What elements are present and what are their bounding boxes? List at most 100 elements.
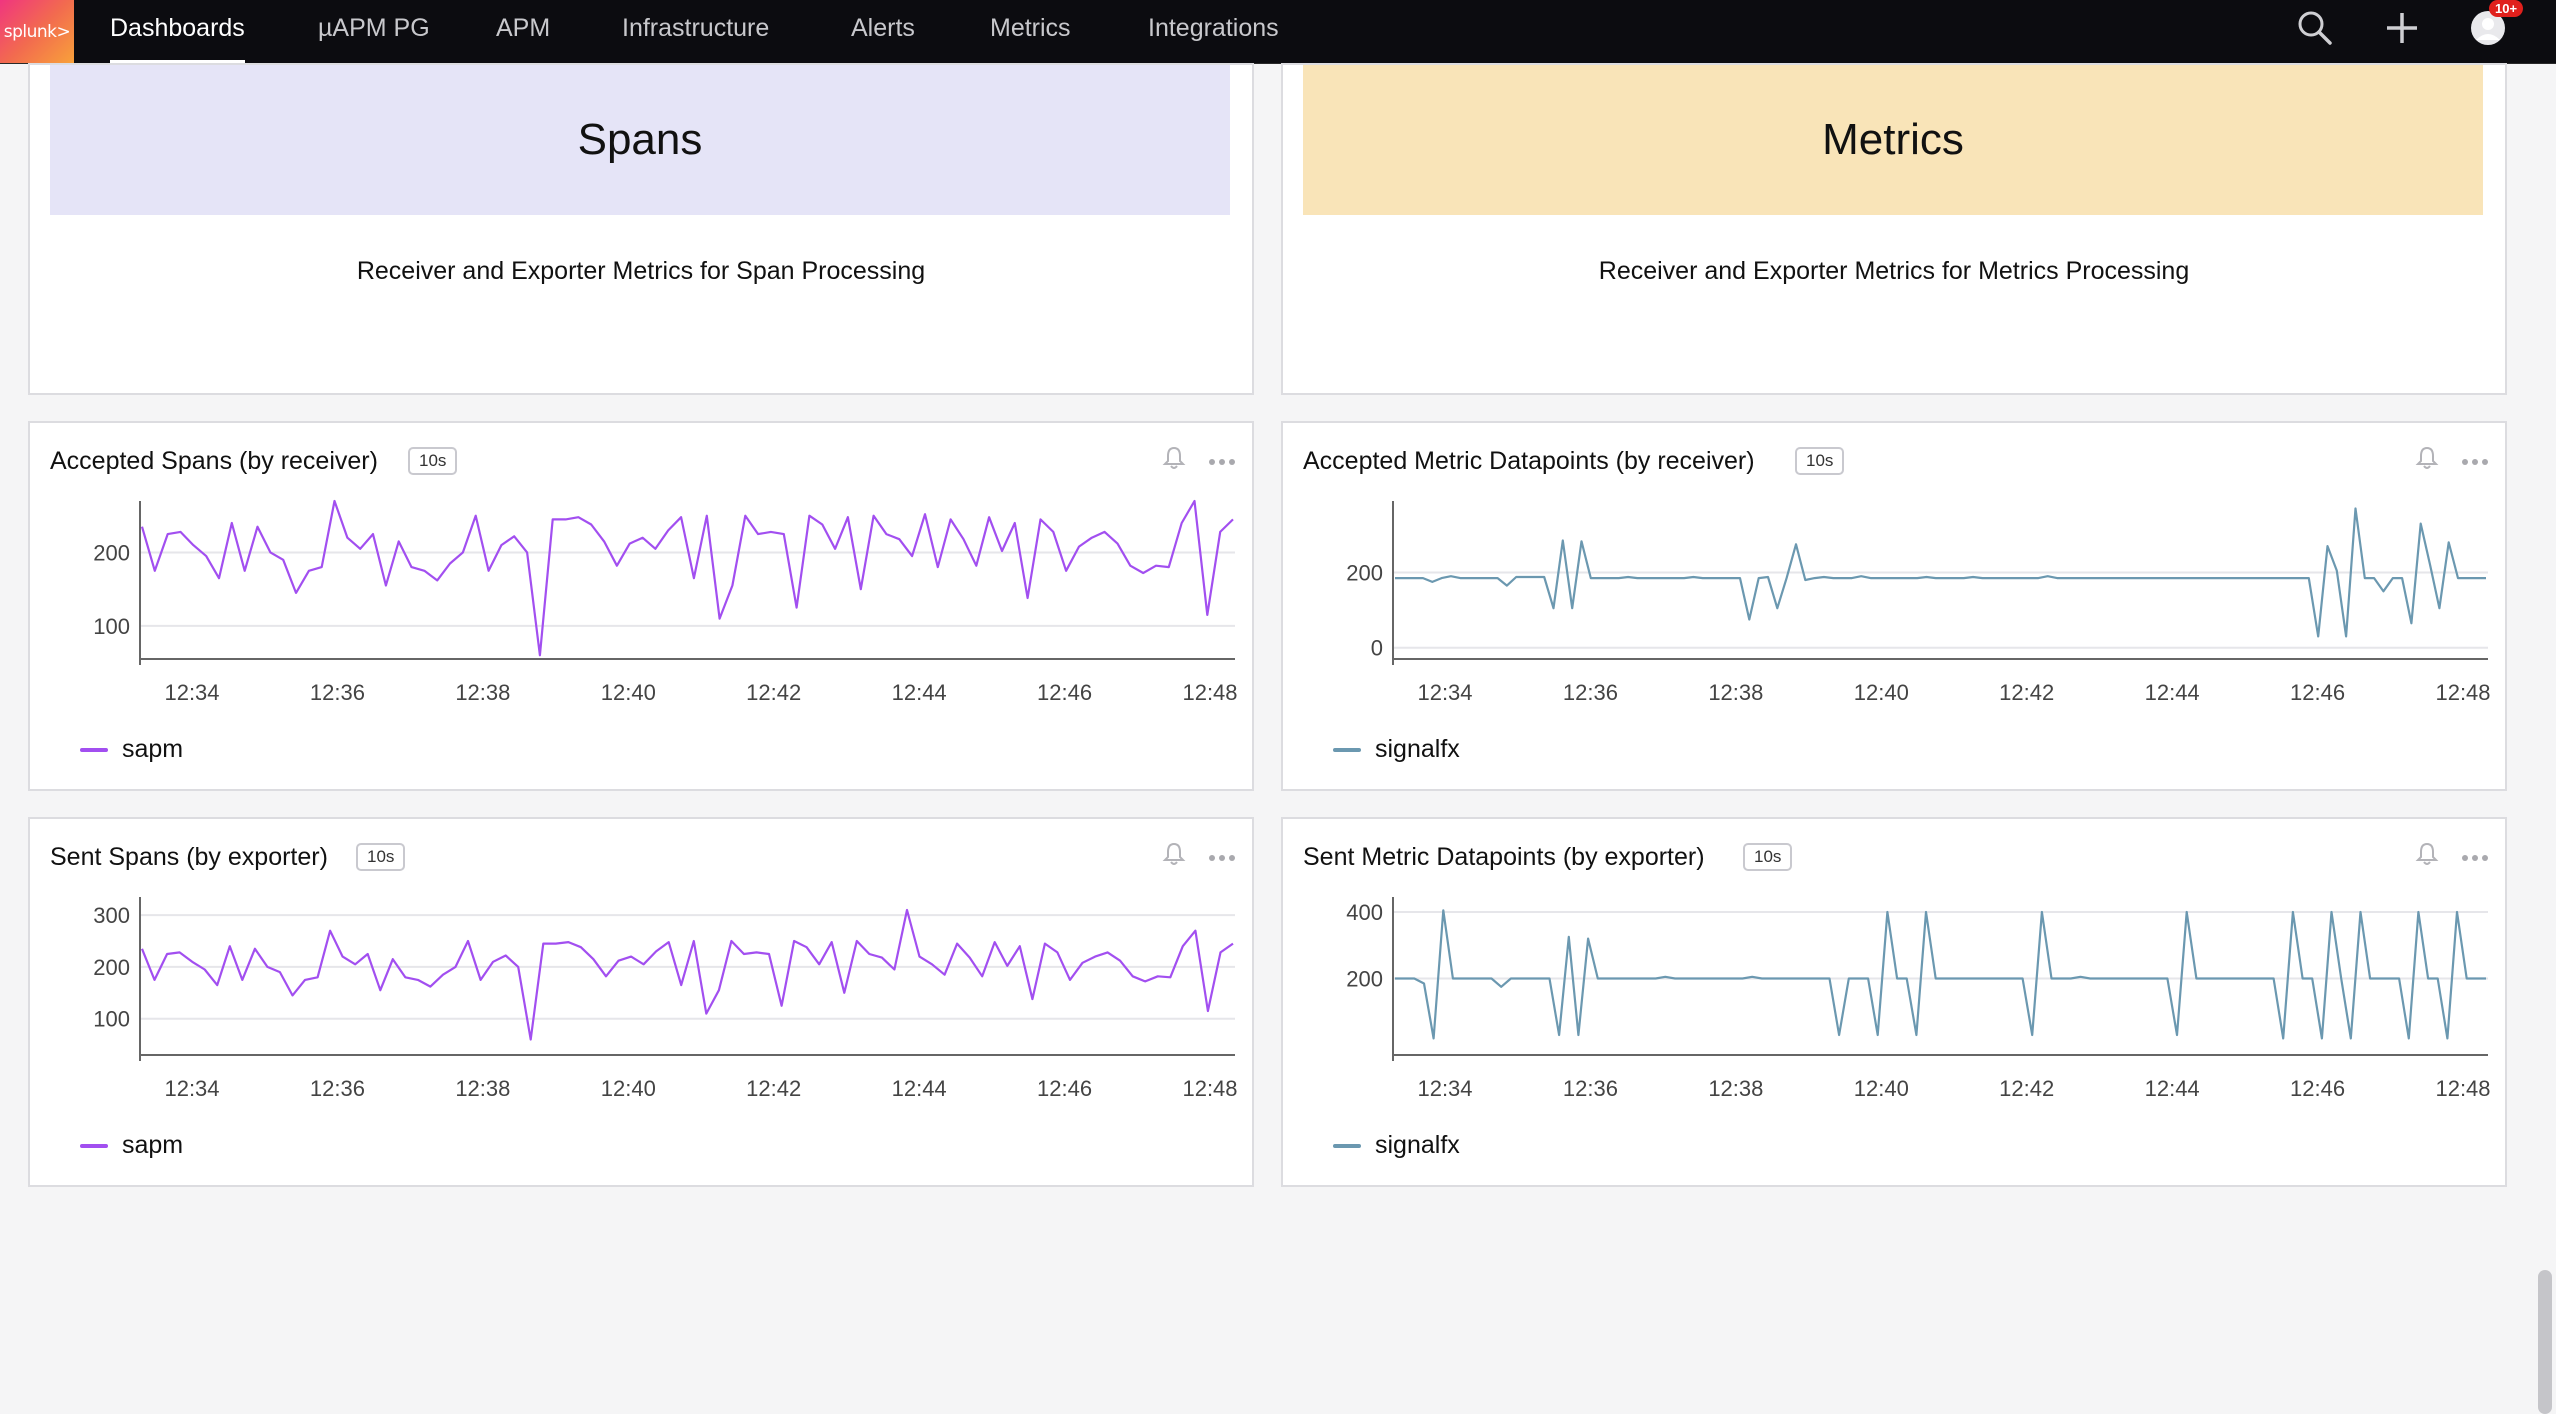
x-tick-label: 12:36 xyxy=(310,680,365,705)
x-tick-label: 12:48 xyxy=(2435,680,2490,705)
more-options-icon[interactable] xyxy=(1208,849,1236,867)
x-tick-label: 12:42 xyxy=(746,1076,801,1101)
plus-icon[interactable] xyxy=(2383,0,2421,56)
x-tick-label: 12:46 xyxy=(2290,680,2345,705)
notification-badge: 10+ xyxy=(2489,0,2524,17)
x-tick-label: 12:40 xyxy=(601,1076,656,1101)
x-tick-label: 12:40 xyxy=(1854,680,1909,705)
x-tick-label: 12:46 xyxy=(1037,1076,1092,1101)
x-tick-label: 12:48 xyxy=(1182,1076,1237,1101)
chart-title: Sent Metric Datapoints (by exporter) xyxy=(1303,843,1705,871)
x-tick-label: 12:34 xyxy=(164,1076,219,1101)
legend-label: sapm xyxy=(122,1131,184,1159)
chart-title: Accepted Metric Datapoints (by receiver) xyxy=(1303,447,1755,475)
metrics-text-panel: Metrics Receiver and Exporter Metrics fo… xyxy=(1281,63,2507,395)
nav-integrations[interactable]: Integrations xyxy=(1148,0,1279,63)
legend[interactable]: signalfx xyxy=(1333,735,1460,764)
resolution-badge: 10s xyxy=(1795,447,1845,475)
x-tick-label: 12:36 xyxy=(1563,680,1618,705)
y-tick-label: 200 xyxy=(93,540,130,565)
chart-accepted-spans: 100 200 12:34 12:36 12:38 12:40 12:42 12:44 12:4… xyxy=(93,499,1238,705)
y-tick-label: 300 xyxy=(93,903,130,928)
legend-swatch xyxy=(80,1143,108,1148)
nav-apm[interactable]: APM xyxy=(496,0,550,63)
nav-apm-pg[interactable]: µAPM PG xyxy=(318,0,430,63)
x-tick-label: 12:46 xyxy=(2290,1076,2345,1101)
series-line-sapm xyxy=(140,908,1234,1041)
x-tick-label: 12:38 xyxy=(1708,1076,1763,1101)
legend-swatch xyxy=(1333,747,1361,752)
x-tick-label: 12:36 xyxy=(310,1076,365,1101)
chart-sent-metric-datapoints: 200 400 12:34 12:36 12:38 12:40 12:42 12:44 12:4… xyxy=(1346,897,2491,1101)
spans-description: Receiver and Exporter Metrics for Span P… xyxy=(356,257,926,285)
y-tick-label: 200 xyxy=(1346,560,1383,585)
chart-panel-accepted-spans: Accepted Spans (by receiver) 10s 100 200 1… xyxy=(28,421,1254,791)
bell-icon[interactable] xyxy=(2415,445,2439,476)
metrics-description: Receiver and Exporter Metrics for Metric… xyxy=(1598,257,2190,285)
bell-icon[interactable] xyxy=(1162,445,1186,476)
chart-panel-sent-spans: Sent Spans (by exporter) 10s 100 200 300 12… xyxy=(28,817,1254,1187)
bell-icon[interactable] xyxy=(1162,841,1186,872)
metrics-heading-banner: Metrics xyxy=(1303,65,2483,215)
spans-text-panel: Spans Receiver and Exporter Metrics for … xyxy=(28,63,1254,395)
x-tick-label: 12:38 xyxy=(455,680,510,705)
chart-title: Sent Spans (by exporter) xyxy=(50,843,328,871)
y-tick-label: 0 xyxy=(1371,636,1383,661)
chart-sent-spans: 100 200 300 12:34 12:36 12:38 12:40 12:42 12:44 1… xyxy=(93,897,1238,1101)
y-tick-label: 200 xyxy=(93,955,130,980)
y-tick-label: 400 xyxy=(1346,900,1383,925)
x-tick-label: 12:44 xyxy=(2145,1076,2200,1101)
spans-heading: Spans xyxy=(577,115,703,164)
resolution-badge: 10s xyxy=(356,843,406,871)
chart-panel-accepted-metric-datapoints: Accepted Metric Datapoints (by receiver)… xyxy=(1281,421,2507,791)
legend[interactable]: sapm xyxy=(80,735,183,764)
resolution-badge: 10s xyxy=(408,447,458,475)
x-tick-label: 12:44 xyxy=(892,680,947,705)
chart-panel-sent-metric-datapoints: Sent Metric Datapoints (by exporter) 10s… xyxy=(1281,817,2507,1187)
metrics-heading: Metrics xyxy=(1822,115,1964,164)
more-options-icon[interactable] xyxy=(2461,849,2489,867)
search-icon[interactable] xyxy=(2296,0,2334,56)
legend-swatch xyxy=(1333,1143,1361,1148)
x-tick-label: 12:38 xyxy=(1708,680,1763,705)
x-tick-label: 12:34 xyxy=(1417,1076,1472,1101)
x-tick-label: 12:44 xyxy=(2145,680,2200,705)
nav-alerts[interactable]: Alerts xyxy=(851,0,915,63)
x-tick-label: 12:40 xyxy=(1854,1076,1909,1101)
spans-heading-banner: Spans xyxy=(50,65,1230,215)
y-tick-label: 100 xyxy=(93,614,130,639)
legend-label: sapm xyxy=(122,735,184,763)
page-scrollbar[interactable] xyxy=(2538,1270,2552,1414)
y-tick-label: 200 xyxy=(1346,966,1383,991)
x-tick-label: 12:34 xyxy=(1417,680,1472,705)
x-tick-label: 12:48 xyxy=(1182,680,1237,705)
chart-title: Accepted Spans (by receiver) xyxy=(50,447,378,475)
y-tick-label: 100 xyxy=(93,1007,130,1032)
resolution-badge: 10s xyxy=(1743,843,1793,871)
x-tick-label: 12:48 xyxy=(2435,1076,2490,1101)
x-tick-label: 12:38 xyxy=(455,1076,510,1101)
more-options-icon[interactable] xyxy=(2461,453,2489,471)
top-nav: splunk> Dashboards µAPM PG APM Infrastru… xyxy=(0,0,2556,64)
x-tick-label: 12:46 xyxy=(1037,680,1092,705)
chart-accepted-metric-datapoints: 0 200 12:34 12:36 12:38 12:40 12:42 12:44 12:46 1… xyxy=(1346,501,2491,705)
legend[interactable]: sapm xyxy=(80,1131,183,1160)
x-tick-label: 12:42 xyxy=(746,680,801,705)
x-tick-label: 12:34 xyxy=(164,680,219,705)
nav-infrastructure[interactable]: Infrastructure xyxy=(622,0,769,63)
series-line-signalfx xyxy=(1395,909,2486,1040)
legend-swatch xyxy=(80,747,108,752)
series-line-sapm xyxy=(140,499,1234,657)
legend-label: signalfx xyxy=(1375,735,1460,763)
nav-metrics[interactable]: Metrics xyxy=(990,0,1071,63)
nav-dashboards[interactable]: Dashboards xyxy=(110,0,245,63)
more-options-icon[interactable] xyxy=(1208,453,1236,471)
legend[interactable]: signalfx xyxy=(1333,1131,1460,1160)
splunk-logo[interactable]: splunk> xyxy=(0,0,74,63)
x-tick-label: 12:36 xyxy=(1563,1076,1618,1101)
x-tick-label: 12:42 xyxy=(1999,1076,2054,1101)
legend-label: signalfx xyxy=(1375,1131,1460,1159)
bell-icon[interactable] xyxy=(2415,841,2439,872)
x-tick-label: 12:44 xyxy=(892,1076,947,1101)
x-tick-label: 12:40 xyxy=(601,680,656,705)
